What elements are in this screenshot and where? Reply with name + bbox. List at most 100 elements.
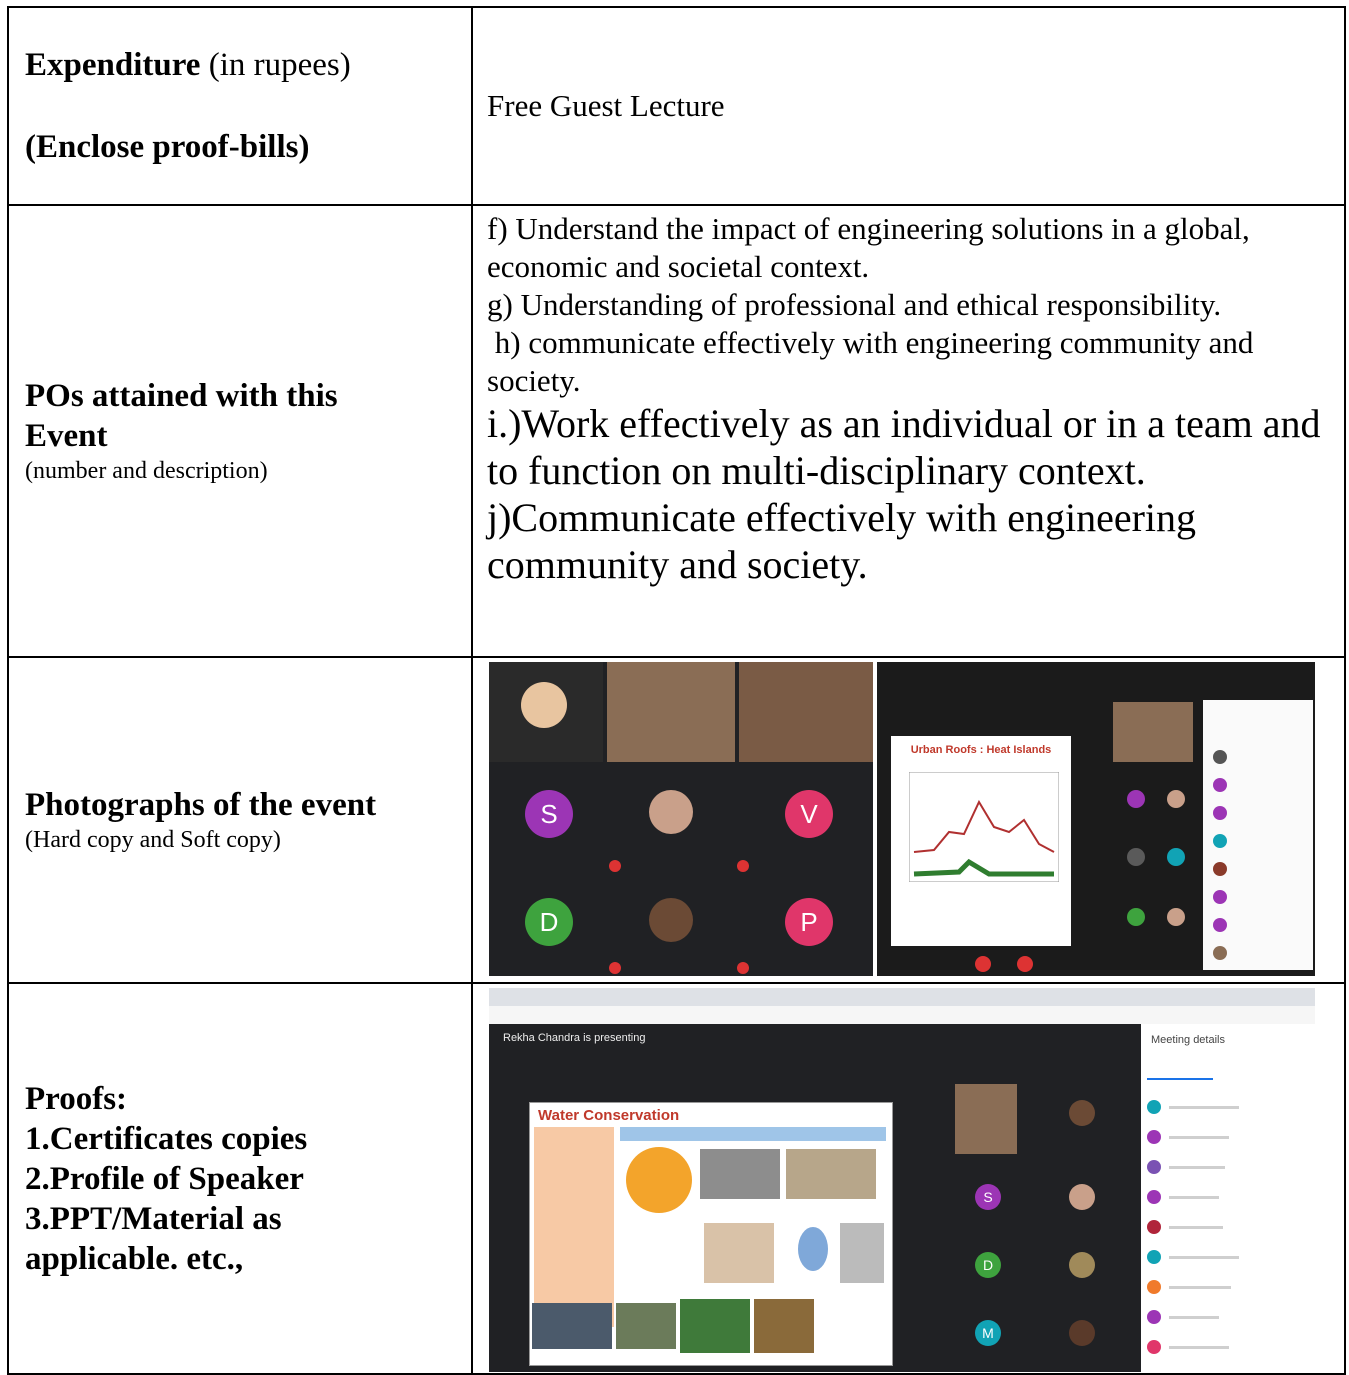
participant-dot (1147, 1280, 1161, 1294)
slide-photo (840, 1223, 884, 1283)
avatar-icon (1167, 848, 1185, 866)
slide-title: Urban Roofs : Heat Islands (910, 744, 1052, 756)
expenditure-value: Free Guest Lecture (487, 88, 725, 123)
event-photo-gallery: S V D P (489, 662, 873, 976)
participant-dot (1147, 1100, 1161, 1114)
avatar-v: V (785, 790, 833, 838)
expenditure-label: Expenditure (25, 47, 201, 83)
avatar-photo-icon (1069, 1252, 1095, 1278)
expenditure-label-cell: Expenditure (in rupees) (Enclose proof-b… (7, 6, 473, 206)
avatar-icon (1167, 908, 1185, 926)
mute-icon (737, 860, 749, 872)
avatar-icon (1127, 848, 1145, 866)
avatar-m: M (975, 1320, 1001, 1346)
proof-item-3: 3.PPT/Material as (25, 1200, 282, 1237)
photos-label-cell: Photographs of the event (Hard copy and … (7, 656, 473, 984)
expenditure-value-cell: Free Guest Lecture (471, 6, 1346, 206)
proofs-title: Proofs: (25, 1080, 128, 1117)
po-item-h: h) communicate effectively with engineer… (487, 325, 1262, 398)
participant-dot (1213, 834, 1227, 848)
slide-banner (620, 1127, 886, 1141)
slide: Water Conservation (529, 1102, 893, 1366)
proof-screenshot: Rekha Chandra is presenting Water Conser… (489, 988, 1315, 1372)
slide: Urban Roofs : Heat Islands (891, 736, 1071, 946)
slide-photo (754, 1299, 814, 1353)
po-item-f: f) Understand the impact of engineering … (487, 211, 1250, 284)
meet-stage: Rekha Chandra is presenting Water Conser… (489, 1024, 1141, 1372)
slide-photo (798, 1227, 828, 1271)
slide-photo (700, 1149, 780, 1199)
participant-dot (1147, 1250, 1161, 1264)
slide-photo (680, 1299, 750, 1353)
avatar-s: S (975, 1184, 1001, 1210)
pos-label-cell: POs attained with this Event (number and… (7, 204, 473, 658)
expenditure-unit: in rupees (219, 47, 340, 83)
expenditure-row: Expenditure (in rupees) (Enclose proof-b… (7, 6, 1346, 206)
expenditure-paren-close: ) (339, 47, 351, 83)
mute-icon (609, 962, 621, 974)
participant-video (739, 662, 873, 762)
participant-dot (1147, 1130, 1161, 1144)
po-item-j: j)Communicate effectively with engineeri… (487, 495, 1197, 587)
mute-icon (737, 962, 749, 974)
photos-label: Photographs of the event (25, 787, 377, 823)
participants-panel (1203, 700, 1313, 970)
event-photo-presentation: Urban Roofs : Heat Islands (877, 662, 1315, 976)
proof-item-4: applicable. etc., (25, 1240, 244, 1277)
expenditure-note: (Enclose proof-bills) (25, 129, 310, 165)
avatar-photo-icon (649, 790, 693, 834)
photos-row: Photographs of the event (Hard copy and … (7, 656, 1346, 984)
po-item-i: i.)Work effectively as an individual or … (487, 401, 1321, 493)
proofs-label-cell: Proofs: 1.Certificates copies 2.Profile … (7, 982, 473, 1375)
expenditure-paren-open: ( (200, 47, 220, 83)
pie-graphic (626, 1147, 692, 1213)
heat-island-profile-graphic (909, 772, 1059, 882)
browser-bookmarks (489, 1006, 1315, 1024)
participant-dot (1213, 806, 1227, 820)
report-table: Expenditure (in rupees) (Enclose proof-b… (7, 6, 1346, 1375)
pos-label-line1: POs attained with this (25, 378, 338, 414)
people-tab-indicator (1147, 1078, 1213, 1080)
presenting-label: Rekha Chandra is presenting (503, 1032, 646, 1044)
avatar-p: P (785, 898, 833, 946)
proof-item-1: 1.Certificates copies (25, 1120, 308, 1157)
participant-dot (1213, 750, 1227, 764)
participant-dot (1147, 1190, 1161, 1204)
mic-off-button (975, 956, 991, 972)
participant-video (955, 1084, 1017, 1154)
avatar-icon (1127, 790, 1145, 808)
mute-icon (609, 860, 621, 872)
photos-label-sub: (Hard copy and Soft copy) (25, 827, 281, 853)
participant-dot (1213, 862, 1227, 876)
participant-dot (1213, 946, 1227, 960)
participant-dot (1147, 1160, 1161, 1174)
meeting-details-title: Meeting details (1151, 1034, 1225, 1046)
slide-photo (616, 1303, 676, 1349)
slide-title: Water Conservation (538, 1107, 680, 1124)
participant-dot (1147, 1340, 1161, 1354)
proofs-row: Proofs: 1.Certificates copies 2.Profile … (7, 982, 1346, 1375)
pos-row: POs attained with this Event (number and… (7, 204, 1346, 658)
avatar-icon (1127, 908, 1145, 926)
avatar-s: S (525, 790, 573, 838)
avatar-icon (1167, 790, 1185, 808)
slide-photo (704, 1223, 774, 1283)
avatar-photo-icon (521, 682, 567, 728)
slide-photo (786, 1149, 876, 1199)
photos-cell: S V D P Urban Roofs : Heat Islands (471, 656, 1346, 984)
meeting-details-panel: Meeting details (1141, 1024, 1315, 1372)
participant-dot (1213, 918, 1227, 932)
po-item-g: g) Understanding of professional and eth… (487, 287, 1222, 322)
proof-item-2: 2.Profile of Speaker (25, 1160, 304, 1197)
avatar-photo-icon (1069, 1184, 1095, 1210)
participant-dot (1213, 890, 1227, 904)
participant-dot (1147, 1310, 1161, 1324)
avatar-d: D (975, 1252, 1001, 1278)
participant-video (607, 662, 735, 762)
pos-value-cell: f) Understand the impact of engineering … (471, 204, 1346, 658)
proofs-cell: Rekha Chandra is presenting Water Conser… (471, 982, 1346, 1375)
avatar-photo-icon (649, 898, 693, 942)
participant-tile (489, 662, 603, 762)
participant-video (1113, 702, 1193, 762)
browser-tabbar (489, 988, 1315, 1006)
